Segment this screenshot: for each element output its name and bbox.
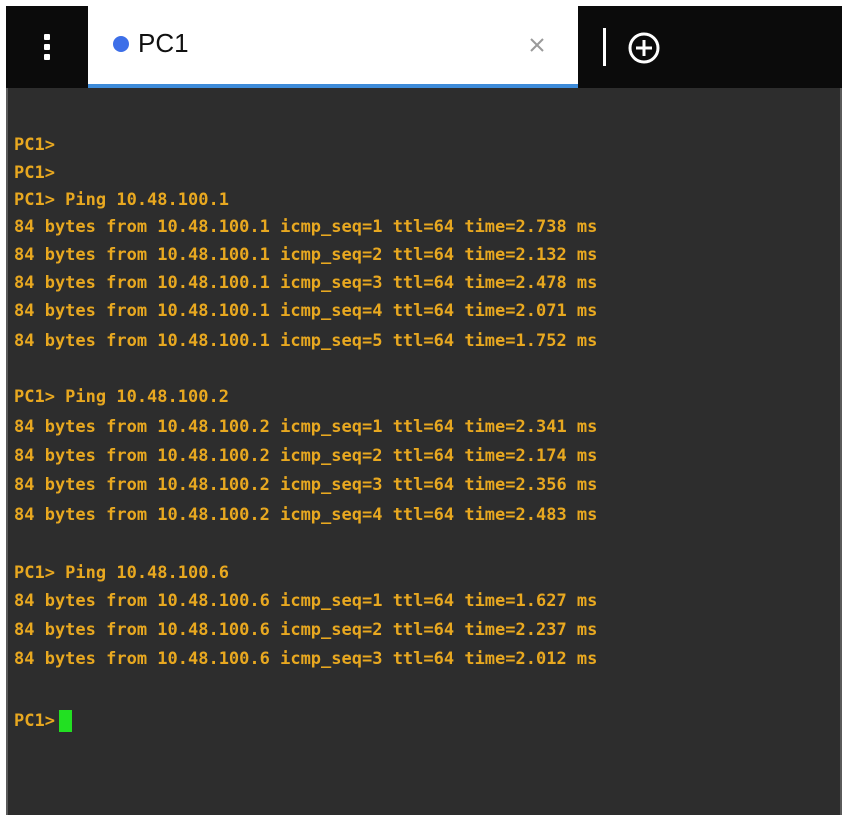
command-prompt[interactable]: PC1>	[14, 710, 72, 732]
terminal-output[interactable]: PC1> PC1> PC1> Ping 10.48.100.1 84 bytes…	[6, 88, 842, 815]
terminal-line: 84 bytes from 10.48.100.1 icmp_seq=3 ttl…	[14, 273, 598, 293]
tab-separator	[603, 28, 606, 66]
tab-bar: PC1	[6, 6, 842, 88]
tab-pc1[interactable]: PC1	[88, 6, 578, 88]
terminal-line: PC1> Ping 10.48.100.6	[14, 563, 229, 583]
terminal-line: 84 bytes from 10.48.100.2 icmp_seq=1 ttl…	[14, 417, 598, 437]
terminal-line: PC1>	[14, 163, 55, 183]
terminal-line: 84 bytes from 10.48.100.2 icmp_seq=3 ttl…	[14, 475, 598, 495]
terminal-line: 84 bytes from 10.48.100.2 icmp_seq=2 ttl…	[14, 446, 598, 466]
terminal-line: 84 bytes from 10.48.100.1 icmp_seq=1 ttl…	[14, 217, 598, 237]
terminal-line: 84 bytes from 10.48.100.6 icmp_seq=1 ttl…	[14, 591, 598, 611]
add-tab-icon[interactable]	[626, 30, 662, 66]
terminal-line: 84 bytes from 10.48.100.1 icmp_seq=5 ttl…	[14, 331, 598, 351]
prompt-text: PC1>	[14, 711, 55, 731]
text-cursor	[58, 710, 72, 732]
terminal-line: 84 bytes from 10.48.100.6 icmp_seq=2 ttl…	[14, 620, 598, 640]
terminal-line: 84 bytes from 10.48.100.6 icmp_seq=3 ttl…	[14, 649, 598, 669]
vertical-ellipsis-icon[interactable]	[6, 6, 88, 88]
close-icon[interactable]	[524, 32, 550, 58]
terminal-line: PC1> Ping 10.48.100.1	[14, 190, 229, 210]
terminal-line: PC1>	[14, 135, 55, 155]
terminal-line: 84 bytes from 10.48.100.1 icmp_seq=2 ttl…	[14, 245, 598, 265]
terminal-line: PC1> Ping 10.48.100.2	[14, 387, 229, 407]
terminal-line: 84 bytes from 10.48.100.2 icmp_seq=4 ttl…	[14, 505, 598, 525]
status-dot	[113, 36, 129, 52]
terminal-line: 84 bytes from 10.48.100.1 icmp_seq=4 ttl…	[14, 301, 598, 321]
tab-title: PC1	[138, 28, 189, 58]
